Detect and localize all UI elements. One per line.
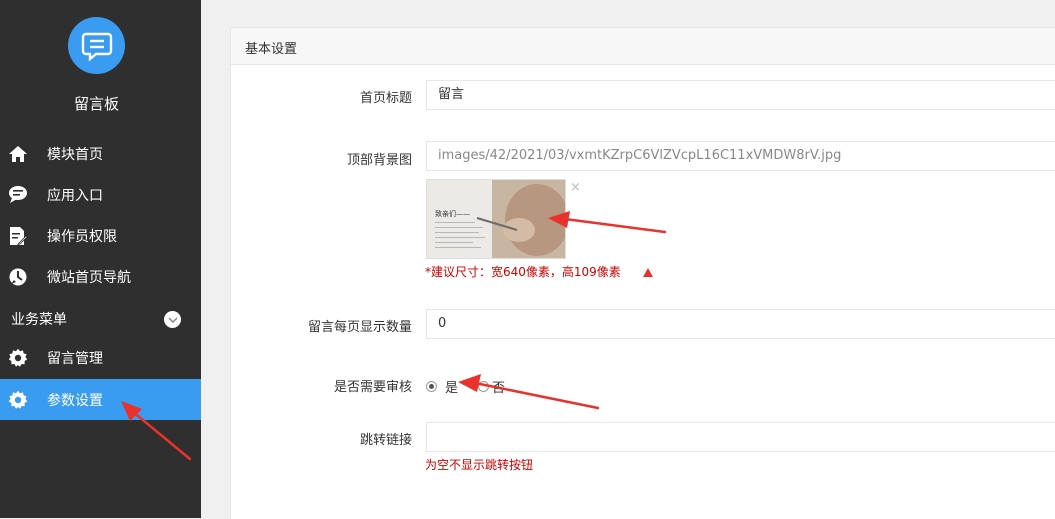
gear-icon [8,390,28,410]
thumbnail-text: 致亲们—— [435,209,470,218]
compass-icon [8,267,28,287]
per-page-input[interactable]: 0 [426,309,1055,339]
home-title-input[interactable]: 留言 [426,80,1055,110]
sidebar-item-message-management[interactable]: 留言管理 [0,337,201,378]
radio-yes-label: 是 [445,381,459,396]
jump-link-input[interactable] [426,422,1055,452]
sidebar-item-label: 参数设置 [47,392,103,409]
edit-document-icon [8,226,28,246]
bg-image-path-input[interactable]: images/42/2021/03/vxmtKZrpC6VlZVcpL16C11… [426,141,1055,171]
gear-icon [8,348,28,368]
panel-header: 基本设置 [231,28,1055,65]
sidebar-item-label: 留言管理 [47,350,103,367]
settings-panel: 基本设置 首页标题 留言 顶部背景图 images/42/2021/03/vxm… [230,27,1055,519]
need-review-radio-group: 是 否 [426,377,505,396]
chevron-down-icon[interactable] [164,311,181,328]
bg-image-size-hint: *建议尺寸：宽640像素，高109像素 [425,265,621,279]
per-page-label: 留言每页显示数量 [307,320,412,335]
sidebar-item-site-nav[interactable]: 微站首页导航 [0,256,201,297]
radio-no-label: 否 [492,381,506,396]
panel-title: 基本设置 [245,42,298,57]
radio-yes[interactable] [426,381,437,392]
jump-link-hint: 为空不显示跳转按钮 [425,458,534,472]
home-icon [8,144,28,164]
chat-icon [8,185,28,205]
close-icon[interactable]: × [570,180,581,195]
section-label: 业务菜单 [11,312,67,328]
sidebar-item-module-home[interactable]: 模块首页 [0,133,201,174]
need-review-label: 是否需要审核 [333,380,412,395]
sidebar: 留言板 模块首页 应用入口 操作员权限 微站首页导航 业务菜单 留言管理 参数设… [0,0,201,518]
home-title-label: 首页标题 [359,91,412,106]
sidebar-item-parameter-settings[interactable]: 参数设置 [0,379,201,420]
logo-chat-icon [68,17,125,74]
sidebar-item-label: 模块首页 [47,146,103,163]
jump-link-label: 跳转链接 [359,433,412,448]
radio-no[interactable] [478,381,490,392]
app-title: 留言板 [73,95,119,113]
sidebar-item-label: 微站首页导航 [47,269,131,286]
sidebar-item-operator-permissions[interactable]: 操作员权限 [0,215,201,256]
sidebar-item-label: 应用入口 [47,187,103,204]
sidebar-section-business-menu[interactable]: 业务菜单 [0,307,201,331]
bg-image-label: 顶部背景图 [346,153,412,168]
sidebar-item-app-entry[interactable]: 应用入口 [0,174,201,215]
bg-image-thumbnail: 致亲们—— [426,179,566,259]
sidebar-item-label: 操作员权限 [47,228,117,245]
